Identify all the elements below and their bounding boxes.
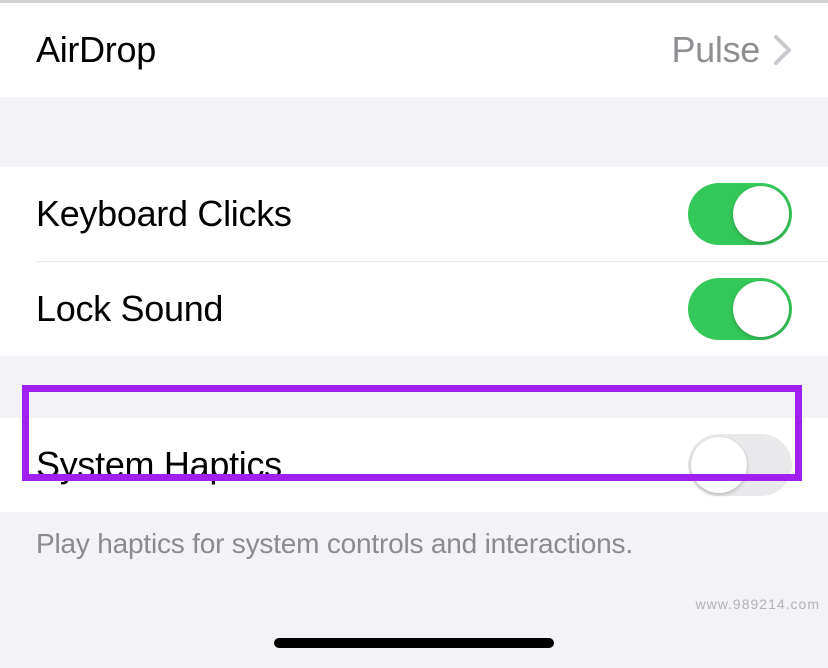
toggle-lock-sound[interactable] (688, 278, 792, 340)
row-label-airdrop: AirDrop (36, 29, 156, 71)
row-right-airdrop: Pulse (671, 29, 792, 71)
chevron-right-icon (774, 35, 792, 65)
row-label-lock-sound: Lock Sound (36, 288, 223, 330)
row-airdrop[interactable]: AirDrop Pulse (0, 3, 828, 97)
row-system-haptics[interactable]: System Haptics (0, 418, 828, 512)
row-label-keyboard-clicks: Keyboard Clicks (36, 193, 292, 235)
toggle-knob (733, 281, 789, 337)
row-keyboard-clicks[interactable]: Keyboard Clicks (0, 167, 828, 261)
toggle-knob (691, 437, 747, 493)
section-haptics: System Haptics (0, 418, 828, 512)
watermark: www.989214.com (695, 596, 820, 612)
section-gap-1 (0, 97, 828, 167)
row-value-airdrop: Pulse (671, 29, 760, 71)
toggle-knob (733, 186, 789, 242)
footer-text: Play haptics for system controls and int… (0, 512, 828, 560)
row-lock-sound[interactable]: Lock Sound (0, 262, 828, 356)
section-sounds: Keyboard Clicks Lock Sound (0, 167, 828, 356)
toggle-keyboard-clicks[interactable] (688, 183, 792, 245)
row-label-system-haptics: System Haptics (36, 444, 282, 486)
home-indicator[interactable] (274, 638, 554, 648)
section-gap-2 (0, 356, 828, 418)
section-airdrop: AirDrop Pulse (0, 3, 828, 97)
toggle-system-haptics[interactable] (688, 434, 792, 496)
